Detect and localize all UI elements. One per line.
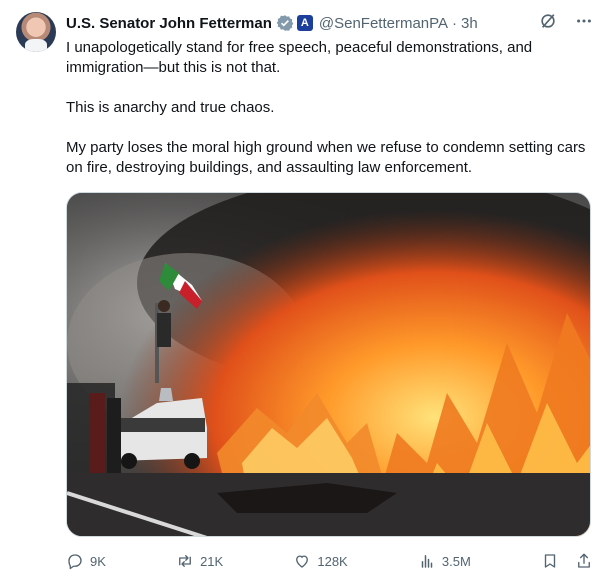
tweet-paragraph: My party loses the moral high ground whe… [66,139,586,176]
repost-icon [179,555,191,567]
tweet-paragraph: I unapologetically stand for free speech… [66,39,533,76]
top-actions [539,12,593,30]
government-affiliation-icon[interactable]: A [296,15,313,31]
share-icon [578,553,590,568]
bookmark-button[interactable] [541,552,559,570]
bookmark-icon [544,554,556,568]
like-count: 128K [317,553,348,569]
tweet-paragraph: This is anarchy and true chaos. [66,99,275,116]
tweet[interactable]: U.S. Senator John Fetterman A @SenFetter… [0,0,609,581]
reply-count: 9K [90,553,106,569]
views-icon [421,555,433,568]
like-button[interactable]: 128K [293,552,348,570]
grok-icon[interactable] [539,12,557,30]
separator-dot: · [452,14,458,32]
verified-badge-icon[interactable] [276,14,294,32]
like-icon [296,555,309,568]
tweet-text: I unapologetically stand for free speech… [66,38,591,178]
author-name[interactable]: U.S. Senator John Fetterman [66,15,272,32]
tweet-header: U.S. Senator John Fetterman A @SenFetter… [66,12,478,34]
tweet-time[interactable]: 3h [461,15,478,32]
secondary-actions [541,552,593,570]
share-button[interactable] [575,552,593,570]
views-count: 3.5M [441,553,471,569]
repost-count: 21K [200,553,224,569]
tweet-actions: 9K 21K 128K 3.5M [66,550,593,572]
repost-button[interactable]: 21K [176,552,223,570]
burning-cars-photo [67,193,590,536]
avatar[interactable] [16,12,56,52]
reply-icon [68,554,82,570]
tweet-photo[interactable] [66,192,591,537]
reply-button[interactable]: 9K [66,552,106,570]
author-handle[interactable]: @SenFettermanPA [319,15,448,32]
views-button[interactable]: 3.5M [418,552,471,570]
more-icon[interactable] [575,12,593,30]
